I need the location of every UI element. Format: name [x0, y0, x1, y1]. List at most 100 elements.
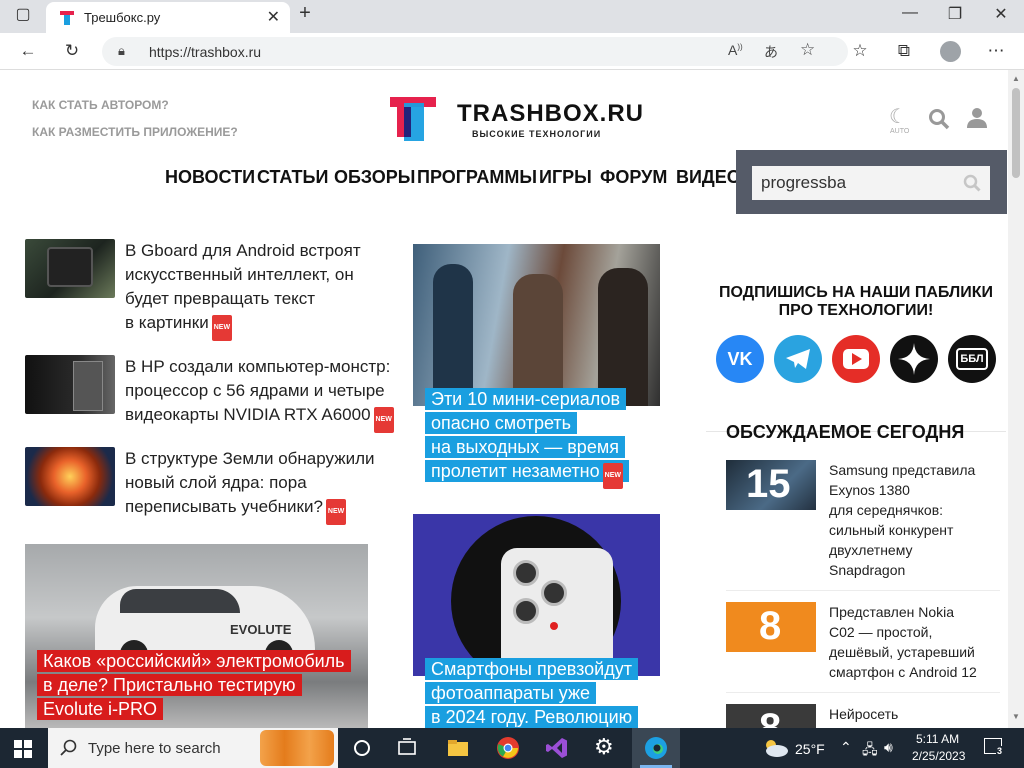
edge-active-task[interactable] — [632, 728, 680, 768]
nav-games[interactable]: ИГРЫ — [539, 167, 592, 188]
bbl-label: ББЛ — [960, 353, 984, 365]
discussed-item-neural[interactable]: Нейросеть — [829, 704, 898, 724]
place-app-link[interactable]: КАК РАЗМЕСТИТЬ ПРИЛОЖЕНИЕ? — [32, 125, 238, 139]
settings-gear-icon[interactable]: ⚙ — [594, 734, 614, 760]
scroll-up-icon[interactable]: ▲ — [1012, 74, 1020, 83]
translate-icon[interactable]: あ — [764, 42, 778, 62]
web-page: КАК СТАТЬ АВТОРОМ? КАК РАЗМЕСТИТЬ ПРИЛОЖ… — [0, 70, 1008, 728]
weather-temp[interactable]: 25°F — [795, 741, 825, 757]
nav-articles[interactable]: СТАТЬИ — [257, 167, 328, 188]
new-badge: NEW — [211, 315, 233, 341]
comment-count: 8 — [759, 604, 782, 648]
phone-card-title[interactable]: Смартфоны превзойдут фотоаппараты уже в … — [425, 657, 639, 728]
task-view-icon[interactable] — [395, 736, 419, 760]
discussed-thumb-samsung[interactable]: 15 — [726, 460, 816, 510]
dzen-icon[interactable] — [890, 335, 938, 383]
nav-forum[interactable]: ФОРУМ — [600, 167, 667, 188]
profile-avatar[interactable] — [940, 41, 961, 62]
taskbar-search-placeholder: Type here to search — [88, 740, 221, 757]
nav-programs[interactable]: ПРОГРАММЫ — [417, 167, 537, 188]
cortana-icon[interactable] — [350, 736, 374, 760]
telegram-icon[interactable] — [774, 335, 822, 383]
nav-news[interactable]: НОВОСТИ — [165, 167, 255, 188]
url-text: https://trashbox.ru — [149, 44, 262, 60]
more-menu-icon[interactable]: ⋯ — [984, 41, 1008, 61]
user-icon[interactable] — [966, 107, 988, 129]
series-card-title[interactable]: Эти 10 мини-сериалов опасно смотреть на … — [425, 387, 629, 489]
new-tab-button[interactable]: + — [290, 2, 320, 25]
url-field[interactable]: 🔒︎ https://trashbox.ru A)) あ ☆ — [102, 37, 848, 66]
back-button[interactable]: ← — [16, 41, 40, 61]
car-label: EVOLUTE — [230, 622, 292, 637]
new-badge: NEW — [325, 499, 347, 525]
news-item-hp[interactable]: В HP создали компьютер-монстр: процессор… — [125, 355, 394, 433]
taskbar-search-icon — [60, 739, 77, 756]
lock-icon[interactable]: 🔒︎ — [118, 43, 125, 59]
add-favorite-icon[interactable]: ☆ — [800, 40, 815, 60]
theme-moon-icon[interactable]: ☾ — [889, 104, 907, 129]
refresh-button[interactable]: ↻ — [60, 41, 84, 61]
restore-button[interactable]: ❐ — [940, 4, 970, 24]
favorites-icon[interactable]: ☆ — [848, 41, 872, 61]
discussed-thumb-neural[interactable]: 8 — [726, 704, 816, 728]
news-thumb-earth[interactable] — [25, 447, 115, 506]
discussed-title: ОБСУЖДАЕМОЕ СЕГОДНЯ — [726, 422, 965, 442]
windows-start-icon[interactable] — [14, 740, 32, 758]
notification-count: 3 — [996, 746, 1004, 756]
clock-date[interactable]: 2/25/2023 — [912, 749, 965, 763]
comment-count: 8 — [759, 706, 782, 728]
search-input[interactable] — [752, 166, 990, 200]
trashbox-favicon-icon — [60, 11, 74, 25]
theme-auto-label: AUTO — [890, 128, 910, 135]
car-card-title[interactable]: Каков «российский» электромобиль в деле?… — [37, 649, 351, 721]
clock-time[interactable]: 5:11 AM — [916, 732, 959, 746]
chrome-icon[interactable] — [496, 736, 520, 760]
tray-chevron-icon[interactable]: ⌃ — [840, 739, 852, 756]
weather-cloud-icon[interactable] — [762, 737, 790, 759]
close-window-button[interactable]: ✕ — [986, 4, 1016, 24]
scroll-down-icon[interactable]: ▼ — [1012, 712, 1020, 721]
taskbar-search-box[interactable]: Type here to search — [48, 728, 338, 768]
become-author-link[interactable]: КАК СТАТЬ АВТОРОМ? — [32, 98, 169, 112]
phone-card-image[interactable] — [413, 514, 660, 676]
news-item-earth[interactable]: В структуре Земли обнаружили новый слой … — [125, 447, 374, 525]
tab-actions-icon[interactable]: ▢ — [8, 4, 38, 24]
nav-video[interactable]: ВИДЕО — [676, 167, 741, 188]
youtube-icon[interactable] — [832, 335, 880, 383]
discussed-item-samsung[interactable]: Samsung представила Exynos 1380 для сере… — [829, 460, 975, 580]
subscribe-title: ПОДПИШИСЬ НА НАШИ ПАБЛИКИ ПРО ТЕХНОЛОГИИ… — [718, 284, 994, 319]
collections-icon[interactable]: ⧉ — [892, 41, 916, 61]
brand-name[interactable]: TRASHBOX.RU — [457, 100, 644, 128]
news-thumb-hp[interactable] — [25, 355, 115, 414]
discussed-item-nokia[interactable]: Представлен Nokia C02 — простой, дешёвый… — [829, 602, 977, 682]
address-bar-row: ← ↻ 🔒︎ https://trashbox.ru A)) あ ☆ ☆ ⧉ ⋯ — [0, 33, 1024, 70]
windows-taskbar: Type here to search ⚙ 25°F ⌃ 🖧︎ 🔊︎ 5:11 … — [0, 728, 1024, 768]
comment-count: 15 — [746, 462, 791, 506]
new-badge: NEW — [373, 407, 394, 433]
search-panel — [736, 150, 1007, 214]
bbl-icon[interactable]: ББЛ — [948, 335, 996, 383]
news-thumb-gboard[interactable] — [25, 239, 115, 298]
read-aloud-icon[interactable]: A)) — [728, 42, 743, 58]
search-icon[interactable] — [928, 108, 950, 130]
series-card-image[interactable] — [413, 244, 660, 406]
minimize-button[interactable]: — — [895, 4, 925, 22]
search-highlight-icon — [260, 730, 334, 766]
search-submit-icon[interactable] — [963, 174, 981, 192]
discussed-thumb-nokia[interactable]: 8 — [726, 602, 816, 652]
nav-reviews[interactable]: ОБЗОРЫ — [334, 167, 415, 188]
visual-studio-icon[interactable] — [545, 736, 569, 760]
network-icon[interactable]: 🖧︎ — [862, 739, 878, 763]
scrollbar-thumb[interactable] — [1012, 88, 1020, 178]
tab-close-icon[interactable]: ✕ — [267, 7, 280, 27]
vk-icon[interactable]: VK — [716, 335, 764, 383]
edge-icon — [645, 737, 667, 759]
new-badge: NEW — [602, 463, 623, 489]
page-scrollbar[interactable]: ▲ ▼ — [1008, 70, 1024, 728]
news-item-gboard[interactable]: В Gboard для Android встроят искусственн… — [125, 239, 361, 341]
trashbox-logo-icon[interactable] — [390, 97, 436, 141]
brand-tagline: ВЫСОКИЕ ТЕХНОЛОГИИ — [472, 129, 602, 139]
browser-tab[interactable]: Трешбокс.ру ✕ — [46, 2, 290, 33]
file-explorer-icon[interactable] — [446, 736, 470, 760]
volume-icon[interactable]: 🔊︎ — [884, 739, 893, 756]
